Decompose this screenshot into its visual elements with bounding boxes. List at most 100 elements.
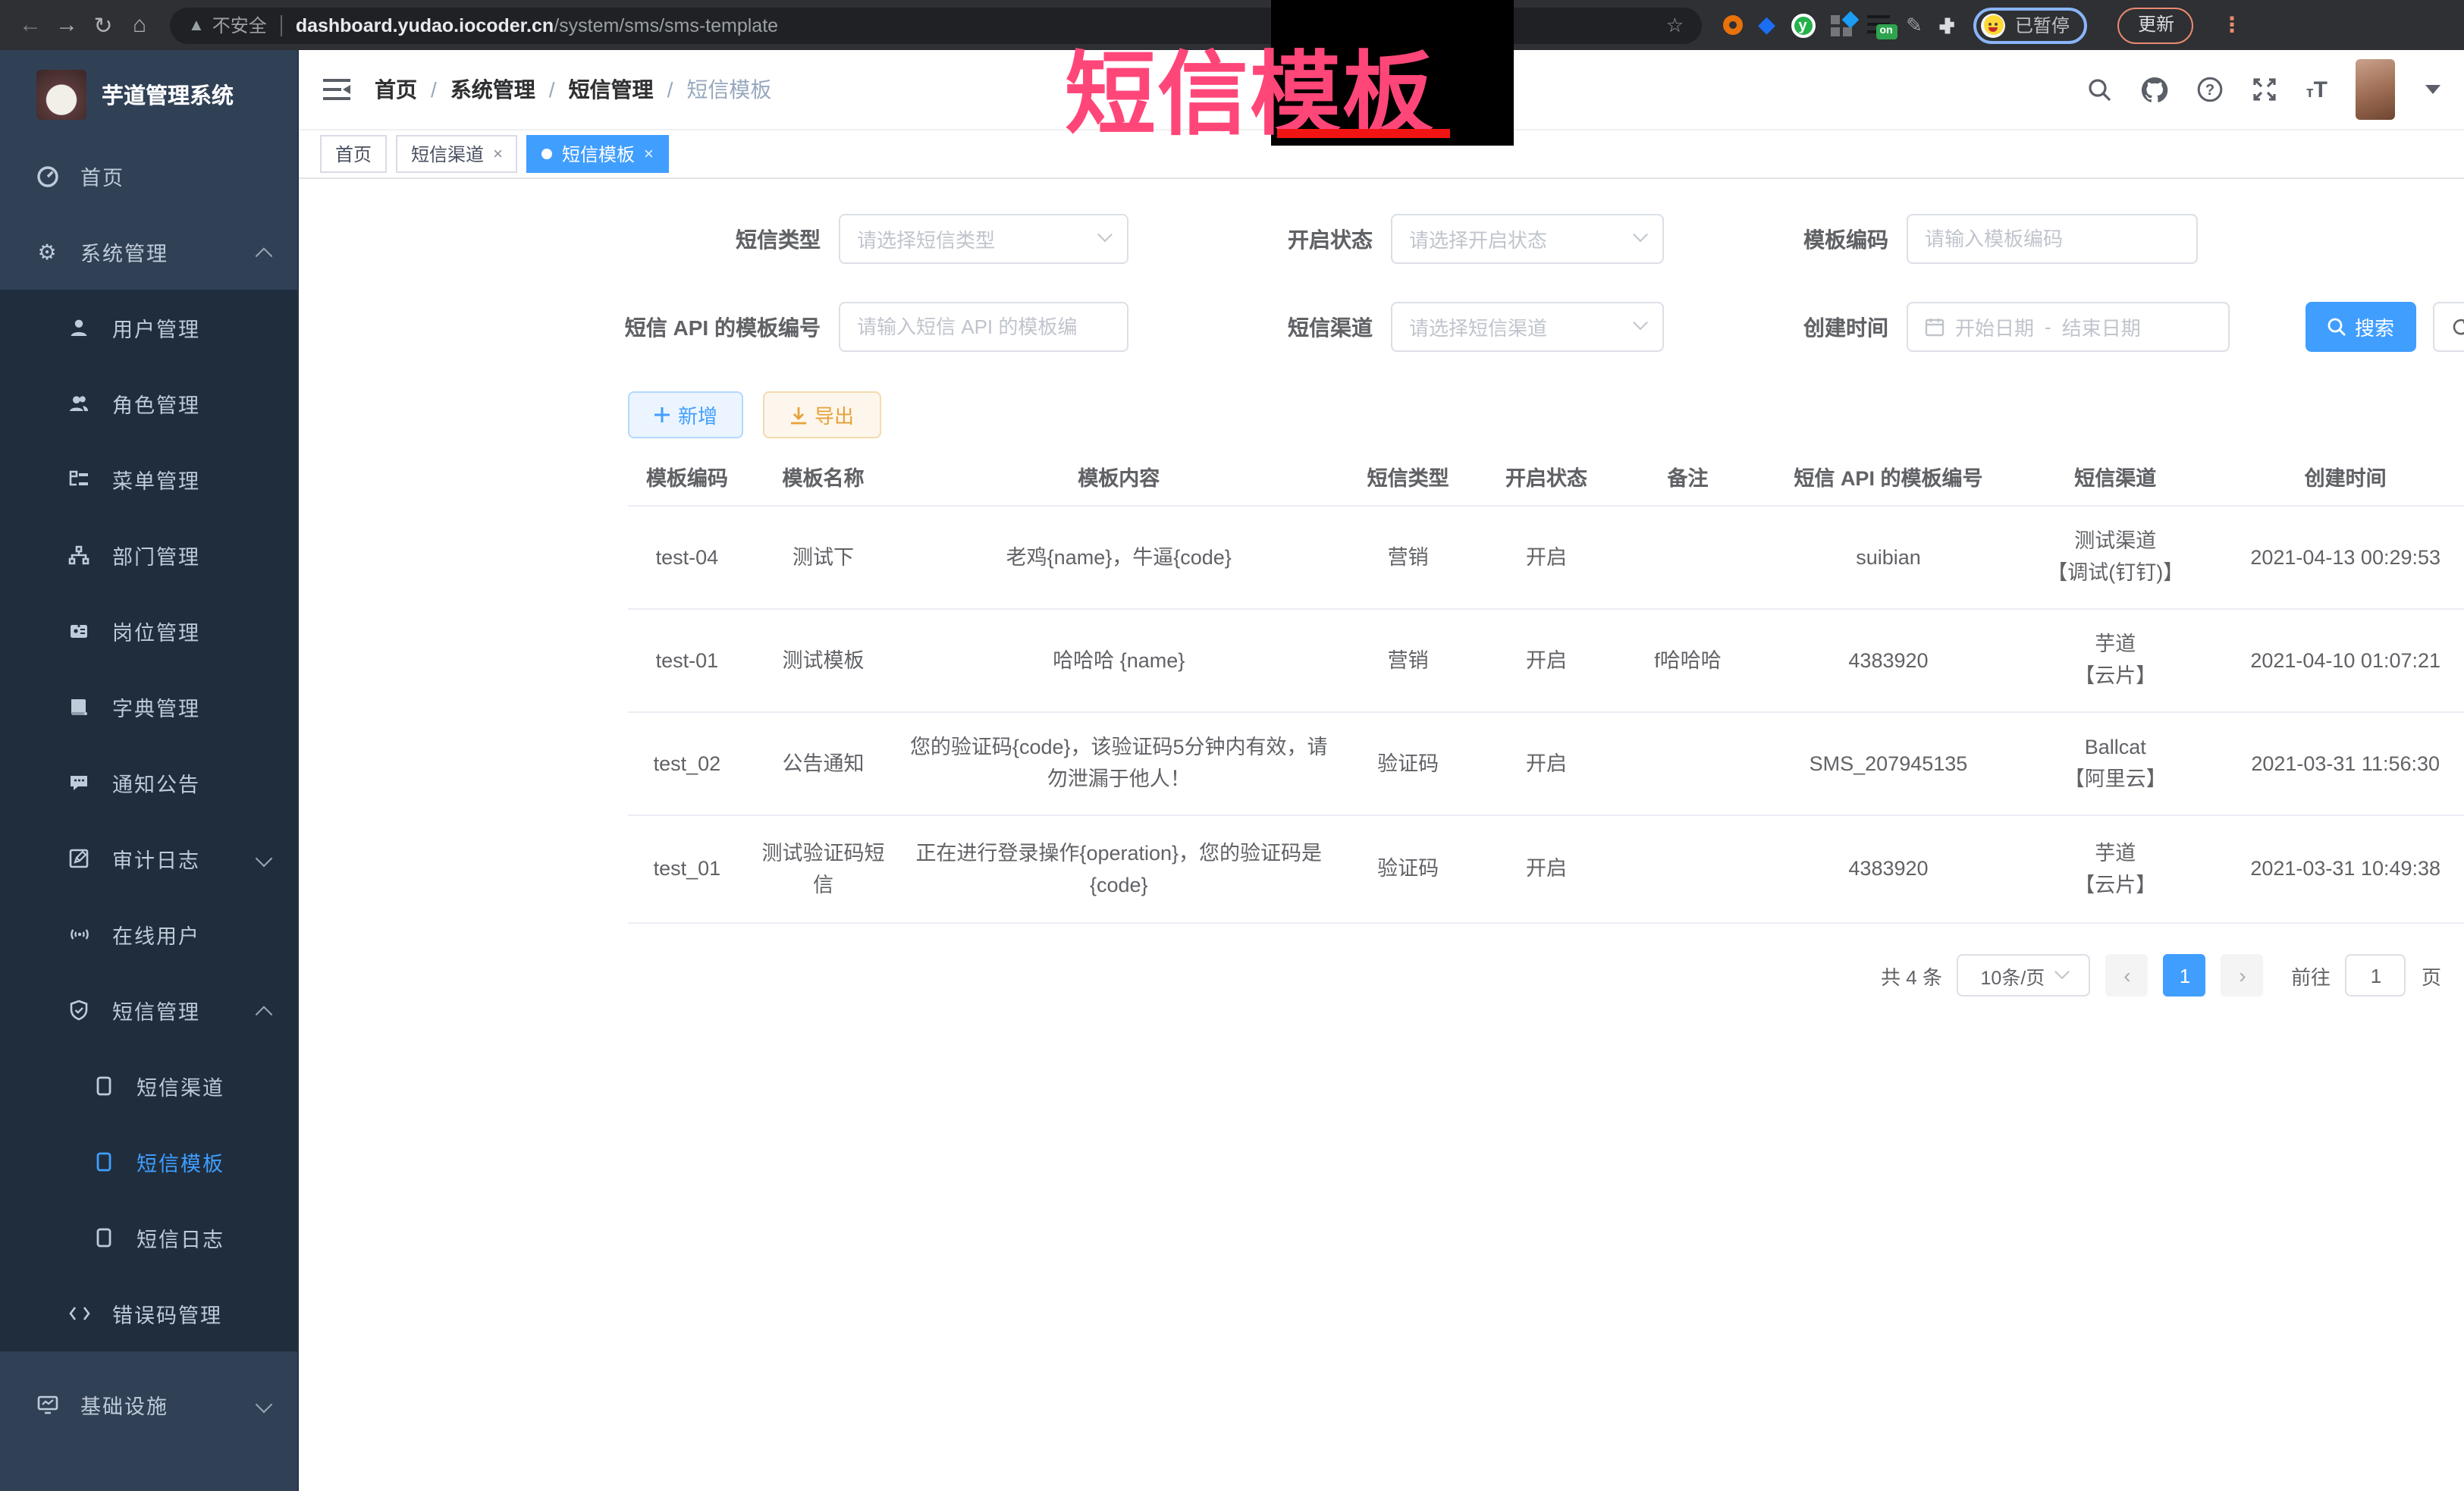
filter-label-channel: 短信渠道 — [1194, 312, 1391, 342]
table-row: test_02 公告通知 您的验证码{code}，该验证码5分钟内有效，请勿泄漏… — [628, 711, 2464, 815]
tab-sms-template[interactable]: 短信模板× — [527, 135, 669, 173]
users-icon — [67, 393, 91, 414]
announcement-icon — [67, 772, 91, 793]
extension-pen-icon[interactable]: ✎ — [1906, 13, 1923, 37]
sidebar-item-audit-log[interactable]: 审计日志 — [0, 821, 297, 896]
sidebar-item-sms[interactable]: 短信管理 — [0, 972, 297, 1048]
goto-page-input[interactable] — [2346, 954, 2406, 997]
sidebar-item-menus[interactable]: 菜单管理 — [0, 441, 297, 517]
profile-paused-badge[interactable]: 已暂停 — [1974, 7, 2088, 43]
back-icon[interactable]: ← — [12, 12, 49, 38]
add-button[interactable]: 新增 — [628, 391, 743, 438]
table-row: test-04 测试下 老鸡{name}，牛逼{code} 营销 开启 suib… — [628, 505, 2464, 608]
sidebar-item-roles[interactable]: 角色管理 — [0, 366, 297, 441]
github-icon[interactable] — [2141, 76, 2170, 103]
chevron-down-icon — [256, 850, 273, 868]
chevron-up-icon — [256, 247, 273, 265]
user-avatar[interactable] — [2355, 59, 2394, 120]
prev-page-button[interactable]: ‹ — [2106, 954, 2149, 997]
chevron-down-icon — [1097, 227, 1113, 242]
screen: ← → ↻ ⌂ ▲ 不安全 dashboard.yudao.iocoder.cn… — [0, 0, 2464, 1491]
sidebar-item-announcements[interactable]: 通知公告 — [0, 745, 297, 821]
sidebar-item-sms-channel[interactable]: 短信渠道 — [0, 1048, 297, 1124]
channel-select[interactable]: 请选择短信渠道 — [1391, 302, 1664, 352]
browser-update-button[interactable]: 更新 — [2118, 7, 2194, 43]
template-code-input-field[interactable] — [1925, 228, 2180, 250]
date-range-picker[interactable]: 开始日期 - 结束日期 — [1907, 302, 2230, 352]
sidebar-collapse-icon[interactable] — [323, 79, 350, 100]
reset-button[interactable]: 重置 — [2433, 302, 2464, 352]
close-icon[interactable]: × — [493, 145, 503, 163]
calendar-icon — [1925, 317, 1945, 337]
refresh-icon — [2452, 317, 2464, 337]
sidebar-item-sms-log[interactable]: 短信日志 — [0, 1200, 297, 1276]
security-label: 不安全 — [212, 12, 267, 38]
page-content: 短信类型 请选择短信类型 开启状态 请选择开启状态 模板编码 短信 API 的模… — [299, 179, 2464, 1491]
reload-icon[interactable]: ↻ — [85, 11, 121, 39]
sms-type-select[interactable]: 请选择短信类型 — [839, 214, 1128, 264]
avatar-caret-icon[interactable] — [2425, 85, 2440, 94]
breadcrumb-home[interactable]: 首页 — [375, 74, 417, 105]
filter-label-sms-type: 短信类型 — [587, 224, 839, 254]
end-date-placeholder[interactable]: 结束日期 — [2062, 312, 2141, 341]
template-code-input[interactable] — [1907, 214, 2198, 264]
forward-icon[interactable]: → — [49, 12, 85, 38]
table-row: test-01 测试模板 哈哈哈 {name} 营销 开启 f哈哈哈 43839… — [628, 608, 2464, 711]
sidebar-item-online-users[interactable]: 在线用户 — [0, 896, 297, 972]
org-chart-icon — [67, 545, 91, 566]
search-button[interactable]: 搜索 — [2305, 302, 2416, 352]
sidebar-item-infrastructure[interactable]: 基础设施 — [0, 1367, 297, 1442]
infrastructure-icon — [35, 1394, 59, 1415]
tab-home[interactable]: 首页 — [320, 135, 387, 173]
filter-label-code: 模板编码 — [1709, 224, 1907, 254]
sidebar-item-posts[interactable]: 岗位管理 — [0, 593, 297, 669]
start-date-placeholder[interactable]: 开始日期 — [1955, 312, 2034, 341]
page-size-select[interactable]: 10条/页 — [1957, 954, 2091, 997]
extension-grid-icon[interactable] — [1830, 14, 1851, 36]
breadcrumb-system[interactable]: 系统管理 — [450, 74, 535, 105]
page-1-button[interactable]: 1 — [2164, 954, 2206, 997]
next-page-button[interactable]: › — [2221, 954, 2264, 997]
shield-icon — [67, 1000, 91, 1021]
dashboard-icon — [35, 165, 59, 187]
breadcrumb-sms[interactable]: 短信管理 — [569, 74, 654, 105]
filter-label-api-id: 短信 API 的模板编号 — [569, 312, 839, 342]
code-icon — [67, 1304, 91, 1323]
font-size-icon[interactable]: тT — [2306, 77, 2327, 102]
sidebar-item-sms-template[interactable]: 短信模板 — [0, 1124, 297, 1200]
extension-ring-icon[interactable] — [1723, 15, 1743, 35]
sidebar-item-departments[interactable]: 部门管理 — [0, 517, 297, 593]
sidebar-item-error-codes[interactable]: 错误码管理 — [0, 1276, 297, 1351]
col-content: 模板内容 — [900, 449, 1337, 505]
svg-text:?: ? — [2206, 82, 2215, 99]
sidebar-item-home[interactable]: 首页 — [0, 138, 297, 214]
close-icon[interactable]: × — [644, 145, 654, 163]
goto-label: 前往 — [2291, 961, 2331, 990]
id-badge-icon — [67, 620, 91, 642]
bookmark-star-icon[interactable]: ☆ — [1666, 13, 1684, 37]
extensions-puzzle-icon[interactable] — [1938, 14, 1959, 36]
col-type: 短信类型 — [1337, 449, 1479, 505]
audit-log-icon — [67, 848, 91, 869]
extension-gem-icon[interactable]: ◆ — [1758, 15, 1775, 35]
header-search-icon[interactable] — [2088, 77, 2114, 102]
sidebar-item-system[interactable]: ⚙ 系统管理 — [0, 214, 297, 290]
help-icon[interactable]: ? — [2197, 76, 2224, 103]
sidebar-item-dictionary[interactable]: 字典管理 — [0, 669, 297, 745]
sidebar-item-users[interactable]: 用户管理 — [0, 290, 297, 366]
home-icon[interactable]: ⌂ — [121, 12, 158, 38]
app-logo[interactable]: 芋道管理系统 — [0, 50, 297, 138]
plus-icon — [654, 406, 670, 423]
api-template-id-input[interactable] — [839, 302, 1128, 352]
fullscreen-icon[interactable] — [2252, 76, 2279, 103]
extension-list-icon[interactable]: on — [1866, 14, 1891, 36]
gear-icon: ⚙ — [35, 239, 59, 265]
dictionary-icon — [67, 696, 91, 717]
tab-sms-channel[interactable]: 短信渠道× — [396, 135, 518, 173]
browser-menu-icon[interactable]: ⋮ — [2221, 12, 2243, 38]
pagination: 共 4 条 10条/页 ‹ 1 › 前往 页 — [1881, 953, 2441, 998]
status-select[interactable]: 请选择开启状态 — [1391, 214, 1664, 264]
extension-y-icon[interactable]: y — [1791, 13, 1815, 37]
export-button[interactable]: 导出 — [763, 391, 881, 438]
api-template-id-input-field[interactable] — [857, 315, 1110, 338]
